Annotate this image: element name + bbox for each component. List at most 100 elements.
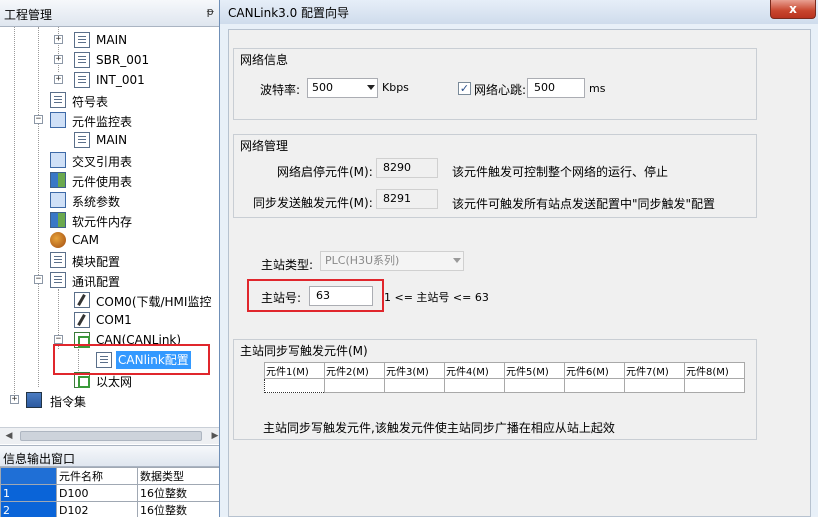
sync-trigger-desc: 该元件可触发所有站点发送配置中"同步触发"配置	[452, 197, 716, 211]
scroll-left-icon[interactable]: ◀	[1, 429, 17, 444]
chevron-down-icon	[453, 258, 461, 263]
tree-item-label: MAIN	[96, 133, 128, 147]
project-panel-header: 工程管理 ᵽ	[0, 0, 224, 27]
tree-item-label: 元件使用表	[72, 175, 133, 189]
expand-icon[interactable]: +	[10, 395, 19, 404]
tree-item-label: 系统参数	[72, 195, 121, 209]
info-output-table: 元件名称 数据类型 1 D100 16位整数 2 D102 16位整数	[0, 467, 224, 517]
master-type-select: PLC(H3U系列)	[320, 251, 464, 271]
tree-item-cam[interactable]: CAM	[0, 230, 224, 250]
tree-item-symbol-table[interactable]: 符号表	[0, 90, 224, 110]
info-output-header: 信息输出窗口	[0, 445, 224, 467]
pen-icon	[74, 312, 90, 328]
tree-item-module-config[interactable]: 模块配置	[0, 250, 224, 270]
table-cell[interactable]	[624, 378, 685, 393]
column-header: 元件5(M)	[504, 362, 565, 379]
start-stop-label: 网络启停元件(M):	[277, 165, 373, 179]
table-cell[interactable]	[384, 378, 445, 393]
doc-icon	[74, 132, 90, 148]
tree-item-device-memory[interactable]: 软元件内存	[0, 210, 224, 230]
scroll-thumb[interactable]	[20, 431, 202, 441]
heartbeat-checkbox[interactable]: ✓	[458, 82, 471, 95]
table-cell[interactable]	[564, 378, 625, 393]
tree-item-sbr001[interactable]: + SBR_001	[0, 50, 224, 70]
tree-item-monitor-main[interactable]: MAIN	[0, 130, 224, 150]
sync-trigger-field: 8291	[376, 189, 438, 209]
table-row[interactable]: 2 D102 16位整数	[0, 501, 224, 517]
tree-item-instruction-set[interactable]: + 指令集	[0, 390, 224, 410]
table-cell: 2	[0, 501, 57, 517]
doc-icon	[74, 32, 90, 48]
chevron-down-icon	[367, 85, 375, 90]
table-cell: 16位整数	[137, 484, 224, 502]
tree-item-usage-table[interactable]: 元件使用表	[0, 170, 224, 190]
tree-item-label: INT_001	[96, 73, 145, 87]
tree-item-label: MAIN	[96, 33, 128, 47]
horizontal-scrollbar[interactable]: ◀ ▶	[0, 427, 224, 444]
expand-icon[interactable]: +	[54, 55, 63, 64]
heartbeat-input[interactable]: 500	[527, 78, 585, 98]
cross-ref-icon	[50, 152, 66, 168]
column-header: 元件2(M)	[324, 362, 385, 379]
collapse-icon[interactable]: −	[34, 275, 43, 284]
table-header-row: 元件名称 数据类型	[0, 467, 224, 485]
comm-config-icon	[50, 272, 66, 288]
table-cell[interactable]	[444, 378, 505, 393]
tree-item-monitor-table[interactable]: − 元件监控表	[0, 110, 224, 130]
dialog-body: 网络信息 波特率: 500 Kbps ✓ 网络心跳: 500 ms 网络管理 网…	[228, 29, 811, 517]
table-row[interactable]: 1 D100 16位整数	[0, 484, 224, 502]
tree-item-label: SBR_001	[96, 53, 150, 67]
column-header: 元件7(M)	[624, 362, 685, 379]
tree-item-label: CAM	[72, 233, 99, 247]
baud-rate-select[interactable]: 500	[307, 78, 378, 98]
collapse-icon[interactable]: −	[54, 335, 63, 344]
tree-item-comm-config[interactable]: − 通讯配置	[0, 270, 224, 290]
dialog-titlebar[interactable]: CANLink3.0 配置向导 x	[220, 0, 818, 24]
collapse-icon[interactable]: −	[34, 115, 43, 124]
tree-item-int001[interactable]: + INT_001	[0, 70, 224, 90]
canlink-config-dialog: CANLink3.0 配置向导 x 网络信息 波特率: 500 Kbps ✓ 网…	[219, 0, 818, 517]
tree-item-system-param[interactable]: 系统参数	[0, 190, 224, 210]
tree-item-com0[interactable]: COM0(下载/HMI监控	[0, 290, 224, 310]
close-button[interactable]: x	[770, 0, 816, 19]
tree-item-label: COM0(下载/HMI监控	[96, 295, 212, 309]
start-stop-field: 8290	[376, 158, 438, 178]
info-output-title: 信息输出窗口	[3, 452, 76, 466]
table-cell[interactable]	[684, 378, 745, 393]
tree-item-cross-ref[interactable]: 交叉引用表	[0, 150, 224, 170]
sync-write-footer: 主站同步写触发元件,该触发元件使主站同步广播在相应从站上起效	[263, 421, 615, 435]
column-header: 元件6(M)	[564, 362, 625, 379]
instruction-set-icon	[26, 392, 42, 408]
sync-trigger-label: 同步发送触发元件(M):	[253, 196, 373, 210]
tree-item-main[interactable]: + MAIN	[0, 30, 224, 50]
table-cell: D100	[55, 484, 139, 502]
tree-item-label: 符号表	[72, 95, 109, 109]
table-cell: D102	[55, 501, 139, 517]
monitor-table-icon	[50, 112, 66, 128]
start-stop-desc: 该元件触发可控制整个网络的运行、停止	[452, 165, 669, 179]
device-memory-icon	[50, 212, 66, 228]
pin-icon[interactable]: ᵽ	[207, 5, 214, 18]
column-header	[0, 467, 57, 485]
tree-item-label: 软元件内存	[72, 215, 133, 229]
sync-write-table[interactable]: 元件1(M) 元件2(M) 元件3(M) 元件4(M) 元件5(M) 元件6(M…	[264, 362, 745, 393]
symbol-table-icon	[50, 92, 66, 108]
table-cell[interactable]	[324, 378, 385, 393]
tree-item-com1[interactable]: COM1	[0, 310, 224, 330]
group-title: 主站同步写触发元件(M)	[240, 342, 368, 359]
tree-item-label: 以太网	[96, 375, 133, 389]
master-number-range: 1 <= 主站号 <= 63	[384, 291, 489, 304]
heartbeat-label: 网络心跳:	[474, 83, 527, 97]
highlight-box	[53, 344, 210, 375]
table-cell: 1	[0, 484, 57, 502]
expand-icon[interactable]: +	[54, 75, 63, 84]
table-cell[interactable]	[504, 378, 565, 393]
pen-icon	[74, 292, 90, 308]
group-title: 网络管理	[240, 137, 289, 154]
table-cell[interactable]	[264, 378, 325, 393]
baud-rate-label: 波特率:	[260, 83, 301, 97]
expand-icon[interactable]: +	[54, 35, 63, 44]
table-row[interactable]	[264, 378, 745, 393]
column-header: 元件名称	[55, 467, 139, 485]
system-param-icon	[50, 192, 66, 208]
